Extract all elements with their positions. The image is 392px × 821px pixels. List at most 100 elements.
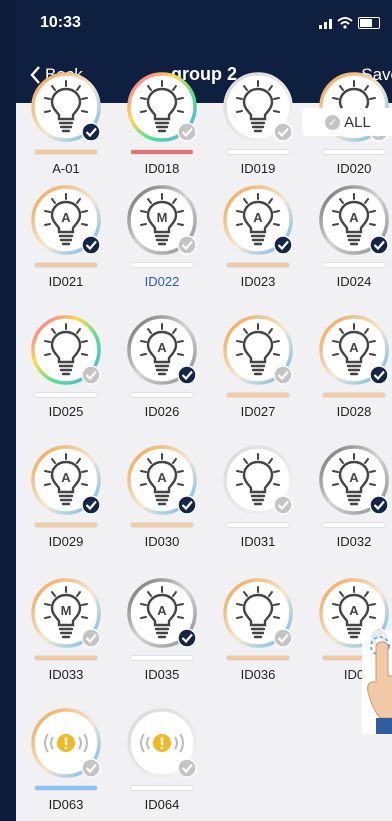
device-label: ID021	[48, 274, 84, 289]
brightness-bar	[130, 785, 194, 791]
sensor-icon	[126, 707, 198, 779]
device-label: ID063	[48, 797, 84, 812]
device-tile[interactable]: A ID021	[18, 184, 114, 314]
device-label: ID036	[240, 667, 276, 682]
brightness-bar	[130, 655, 194, 661]
status-bar: 10:33	[16, 0, 392, 46]
device-label: ID022	[144, 274, 180, 289]
device-label: ID031	[240, 534, 276, 549]
brightness-bar	[226, 149, 290, 155]
bulb-icon: A	[126, 577, 198, 649]
status-icons	[319, 17, 380, 29]
brightness-bar	[130, 392, 194, 398]
svg-text:A: A	[157, 340, 167, 355]
bulb-icon: A	[318, 314, 390, 386]
device-label: ID035	[144, 667, 180, 682]
device-tile[interactable]: A ID026	[114, 314, 210, 444]
device-tile[interactable]: A ID023	[210, 184, 306, 314]
brightness-bar	[226, 262, 290, 268]
bulb-icon	[222, 314, 294, 386]
device-tile[interactable]: ID018	[114, 71, 210, 201]
svg-text:A: A	[157, 470, 167, 485]
device-tile[interactable]: A ID028	[306, 314, 392, 444]
brightness-bar	[226, 392, 290, 398]
check-icon: ✓	[325, 114, 341, 130]
bulb-icon	[126, 71, 198, 143]
brightness-bar	[226, 522, 290, 528]
svg-text:A: A	[253, 210, 263, 225]
svg-text:A: A	[157, 603, 167, 618]
device-tile[interactable]: M ID022	[114, 184, 210, 314]
wifi-icon	[337, 17, 353, 29]
device-tile[interactable]: ID031	[210, 444, 306, 574]
svg-text:A: A	[349, 603, 359, 618]
brightness-bar	[34, 392, 98, 398]
device-label: ID024	[336, 274, 372, 289]
device-tile[interactable]: A ID032	[306, 444, 392, 574]
device-tile[interactable]: A-01	[18, 71, 114, 201]
device-label: ID026	[144, 404, 180, 419]
device-tile[interactable]: ID064	[114, 707, 210, 821]
device-label: ID027	[240, 404, 276, 419]
brightness-bar	[226, 655, 290, 661]
brightness-bar	[34, 149, 98, 155]
bulb-icon: A	[222, 184, 294, 256]
bulb-icon	[222, 71, 294, 143]
device-label: ID028	[336, 404, 372, 419]
device-label: ID033	[48, 667, 84, 682]
device-tile[interactable]: A ID029	[18, 444, 114, 574]
bulb-icon	[222, 444, 294, 516]
device-tile[interactable]: ID020	[306, 71, 392, 201]
device-label: ID064	[144, 797, 180, 812]
svg-text:A: A	[61, 470, 71, 485]
device-tile[interactable]: ID036	[210, 577, 306, 707]
device-tile[interactable]: ID027	[210, 314, 306, 444]
brightness-bar	[34, 785, 98, 791]
brightness-bar	[322, 522, 386, 528]
brightness-bar	[130, 149, 194, 155]
device-label: ID023	[240, 274, 276, 289]
select-all-button[interactable]: ✓ ALL	[302, 108, 392, 136]
brightness-bar	[322, 392, 386, 398]
brightness-bar	[34, 262, 98, 268]
device-label: ID018	[144, 161, 180, 176]
brightness-bar	[34, 522, 98, 528]
svg-text:A: A	[349, 470, 359, 485]
brightness-bar	[322, 149, 386, 155]
device-grid: A-01 ID018 ID019 ID020 A ID021 M ID022 A…	[16, 72, 392, 821]
status-time: 10:33	[40, 14, 81, 31]
bulb-icon: A	[30, 184, 102, 256]
svg-text:A: A	[349, 210, 359, 225]
bulb-icon: M	[30, 577, 102, 649]
svg-text:M: M	[61, 603, 72, 618]
bulb-icon: A	[318, 444, 390, 516]
bulb-icon	[222, 577, 294, 649]
bulb-icon: M	[126, 184, 198, 256]
device-tile[interactable]: A ID035	[114, 577, 210, 707]
signal-icon	[319, 17, 332, 29]
device-tile[interactable]: M ID033	[18, 577, 114, 707]
device-label: ID020	[336, 161, 372, 176]
device-tile[interactable]: ID019	[210, 71, 306, 201]
select-all-label: ALL	[344, 113, 371, 131]
device-label: ID030	[144, 534, 180, 549]
device-tile[interactable]: A ID030	[114, 444, 210, 574]
device-label: ID029	[48, 534, 84, 549]
brightness-bar	[34, 655, 98, 661]
svg-text:A: A	[349, 340, 359, 355]
device-tile[interactable]: ID063	[18, 707, 114, 821]
bulb-icon	[30, 314, 102, 386]
sensor-icon	[30, 707, 102, 779]
svg-text:A: A	[61, 210, 71, 225]
brightness-bar	[130, 262, 194, 268]
device-label: A-01	[52, 161, 80, 176]
bulb-icon: A	[30, 444, 102, 516]
battery-icon	[358, 17, 380, 29]
device-tile[interactable]: ID025	[18, 314, 114, 444]
device-label: ID019	[240, 161, 276, 176]
device-label: ID032	[336, 534, 372, 549]
bulb-icon: A	[318, 184, 390, 256]
device-tile[interactable]: A ID024	[306, 184, 392, 314]
pointing-hand-icon	[362, 630, 392, 734]
phone-screen: 10:33 Back group 2 Save A-01	[16, 0, 392, 821]
